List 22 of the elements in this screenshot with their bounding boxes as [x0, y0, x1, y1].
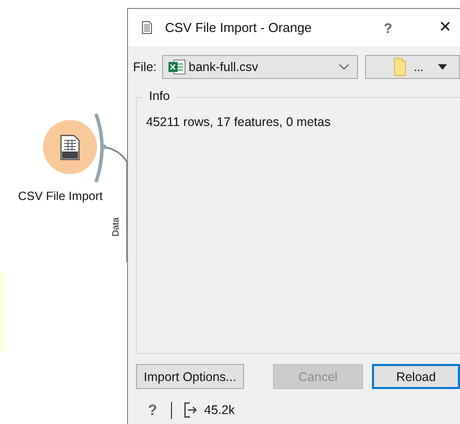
file-dropdown[interactable]: bank-full.csv — [162, 55, 358, 79]
help-icon[interactable]: ? — [148, 402, 158, 418]
window-title: CSV File Import - Orange — [165, 20, 313, 35]
document-icon — [142, 21, 152, 34]
info-text: 45211 rows, 17 features, 0 metas — [146, 115, 332, 129]
widget-node[interactable] — [43, 120, 97, 174]
file-label: File: — [133, 60, 157, 74]
dialog-button[interactable]: Import Options... — [136, 364, 244, 389]
browse-button[interactable]: ... — [364, 55, 460, 79]
node-label: CSV File Import — [18, 189, 103, 203]
spreadsheet-icon — [168, 59, 186, 75]
close-button[interactable]: × — [439, 16, 451, 39]
group-title: Info — [143, 89, 176, 103]
output-count: 45.2k — [204, 403, 235, 417]
caret-icon — [438, 64, 447, 70]
output-icon — [184, 402, 198, 418]
dialog-button[interactable]: Reload — [372, 364, 460, 389]
help-button[interactable]: ? — [384, 20, 392, 36]
chevron-down-icon — [338, 64, 349, 70]
folder-icon — [394, 58, 406, 76]
link-label: Data — [110, 218, 120, 236]
csv-file-icon — [60, 134, 80, 160]
